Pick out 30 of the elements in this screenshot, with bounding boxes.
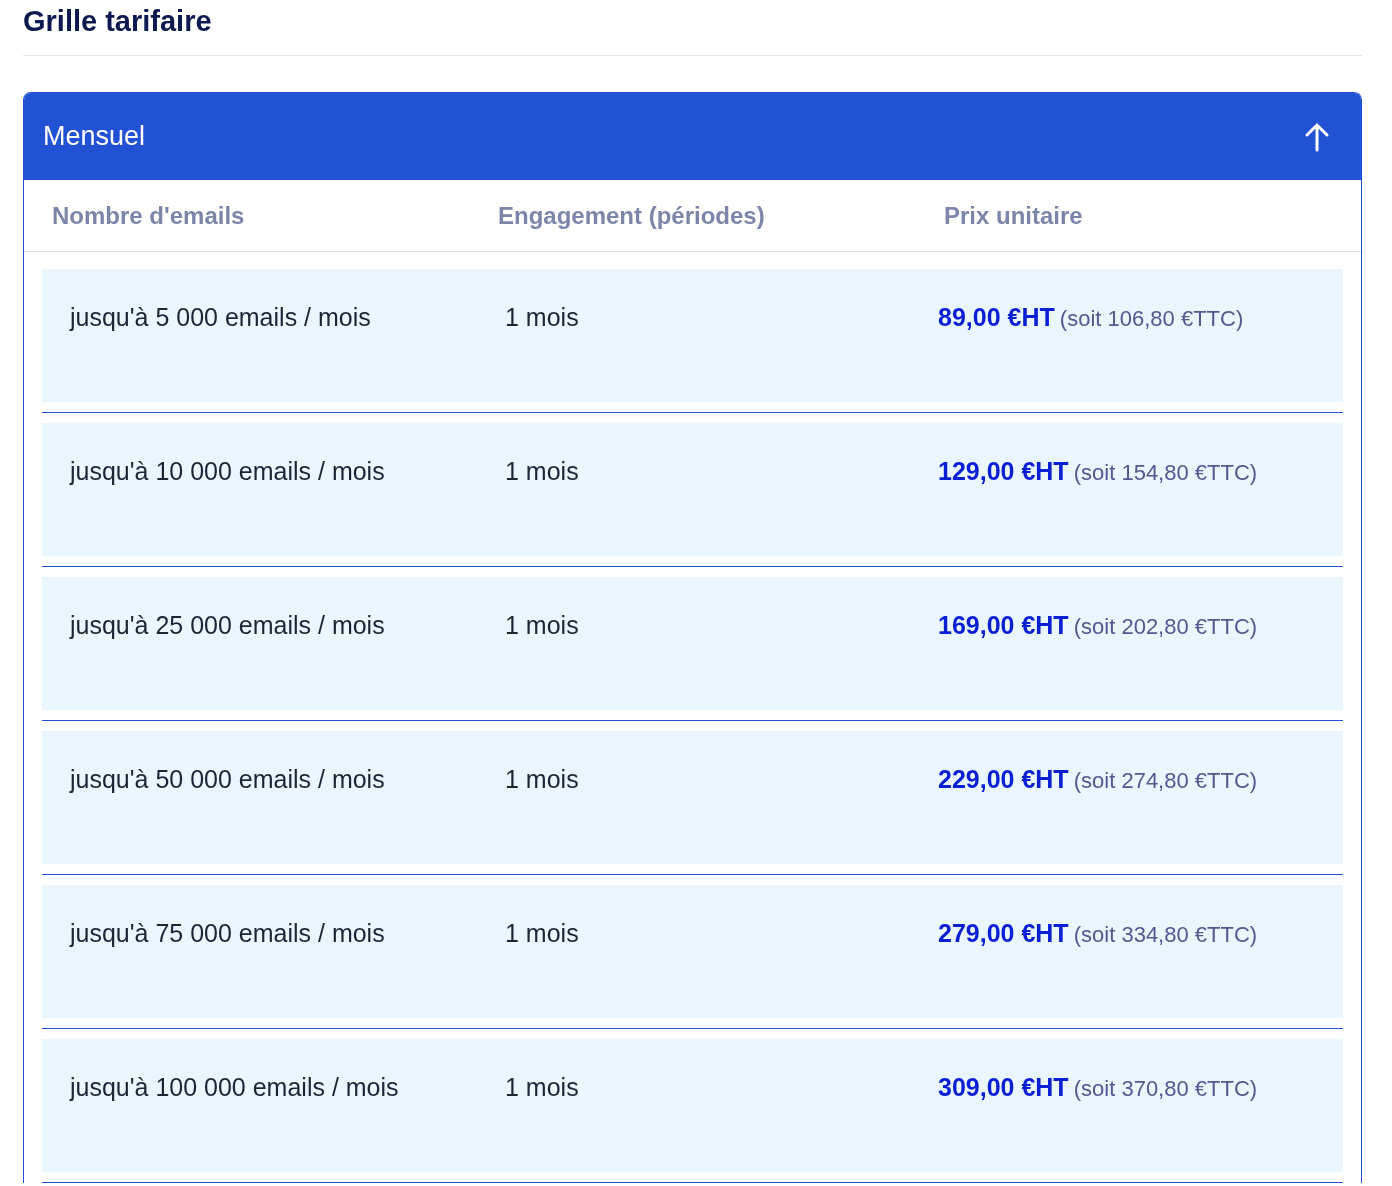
price-ht: 279,00 €HT	[938, 919, 1069, 947]
table-cell-text: jusqu'à 5 000 emails / mois	[70, 303, 372, 332]
section-title: Grille tarifaire	[23, 4, 213, 39]
column-header: Nombre d'emails	[52, 201, 246, 230]
table-cell-text: 1 mois	[505, 611, 580, 640]
column-header: Prix unitaire	[944, 201, 1084, 230]
column-header: Engagement (périodes)	[498, 201, 766, 230]
price-ttc: (soit 154,80 €TTC)	[1073, 460, 1258, 485]
table-cell-text: 1 mois	[505, 919, 580, 948]
price-ttc: (soit 202,80 €TTC)	[1073, 614, 1258, 639]
table-cell-text: 1 mois	[505, 1073, 580, 1102]
table-cell-text: 1 mois	[505, 765, 580, 794]
price-ht: 169,00 €HT	[938, 611, 1069, 639]
table-cell-text: 1 mois	[505, 457, 580, 486]
table-cell-text: jusqu'à 25 000 emails / mois	[70, 611, 386, 640]
table-cell-text: jusqu'à 50 000 emails / mois	[70, 765, 386, 794]
price-ttc: (soit 106,80 €TTC)	[1059, 306, 1244, 331]
table-cell-text: jusqu'à 75 000 emails / mois	[70, 919, 386, 948]
price-ht: 309,00 €HT	[938, 1073, 1069, 1101]
price-ht: 129,00 €HT	[938, 457, 1069, 485]
price-ttc: (soit 334,80 €TTC)	[1073, 922, 1258, 947]
price-ttc: (soit 274,80 €TTC)	[1073, 768, 1258, 793]
table-cell-text: jusqu'à 100 000 emails / mois	[70, 1073, 400, 1102]
arrow-up-icon	[1305, 121, 1329, 152]
table-cell-text: jusqu'à 10 000 emails / mois	[70, 457, 386, 486]
accordion-header[interactable]: Mensuel	[24, 93, 1361, 180]
price-ht: 229,00 €HT	[938, 765, 1069, 793]
table-cell-text: 1 mois	[505, 303, 580, 332]
price-ttc: (soit 370,80 €TTC)	[1073, 1076, 1258, 1101]
price-ht: 89,00 €HT	[938, 303, 1055, 331]
